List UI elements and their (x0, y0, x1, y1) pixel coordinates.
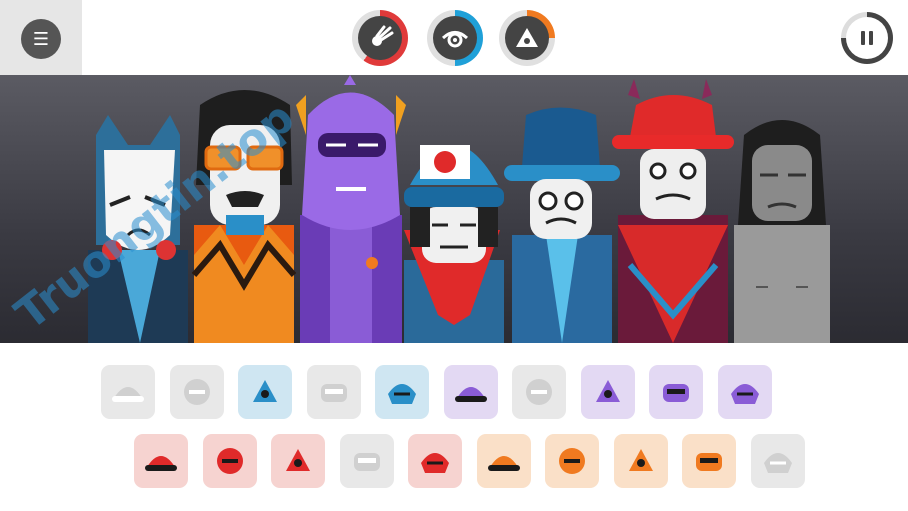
meteor-mode-button[interactable] (352, 10, 408, 66)
orange-glasses-character[interactable] (191, 90, 297, 343)
menu-panel: ☰ (0, 0, 82, 75)
purple-helmet-character[interactable] (296, 75, 406, 343)
pause-icon (846, 17, 888, 59)
white-hat-icon[interactable] (339, 434, 394, 488)
helmet-icon[interactable] (512, 365, 566, 419)
white-mask-character[interactable] (88, 115, 188, 343)
red-bird-icon[interactable] (202, 434, 257, 488)
sunglasses-icon[interactable] (649, 365, 703, 419)
mask-icon[interactable] (306, 365, 361, 419)
top-bar: ☰ (0, 0, 908, 75)
visor-icon[interactable] (375, 365, 429, 419)
orange-band-icon[interactable] (613, 434, 668, 488)
characters-illustration (88, 75, 830, 344)
red-hood-icon[interactable] (134, 434, 188, 488)
red-cat-icon[interactable] (271, 434, 325, 488)
hat-icon[interactable] (169, 365, 224, 419)
triangle-mode-button[interactable] (499, 10, 555, 66)
character-stage (0, 75, 908, 343)
purple-mask-icon[interactable] (580, 365, 635, 419)
blue-hat-character[interactable] (504, 107, 620, 344)
headphones-icon[interactable] (443, 365, 498, 419)
red-face-icon[interactable] (408, 434, 462, 488)
orange-cap-icon[interactable] (476, 434, 531, 488)
sound-icon-tray (0, 343, 908, 511)
hamburger-icon[interactable]: ☰ (21, 19, 61, 59)
eye-mode-button[interactable] (427, 10, 483, 66)
orange-goggles-icon[interactable] (545, 434, 599, 488)
fox-icon[interactable] (682, 434, 736, 488)
eye-icon (433, 16, 477, 60)
grey-character[interactable] (734, 120, 830, 343)
white-glasses-icon[interactable] (750, 434, 805, 488)
red-hat-character[interactable] (612, 79, 734, 343)
cap-icon[interactable] (101, 365, 155, 419)
blue-cap-icon[interactable] (238, 365, 292, 419)
pause-button[interactable] (841, 12, 893, 64)
purple-box-icon[interactable] (717, 365, 772, 419)
japan-cap-character[interactable] (404, 145, 504, 343)
triangle-icon (505, 16, 549, 60)
meteor-icon (358, 16, 402, 60)
